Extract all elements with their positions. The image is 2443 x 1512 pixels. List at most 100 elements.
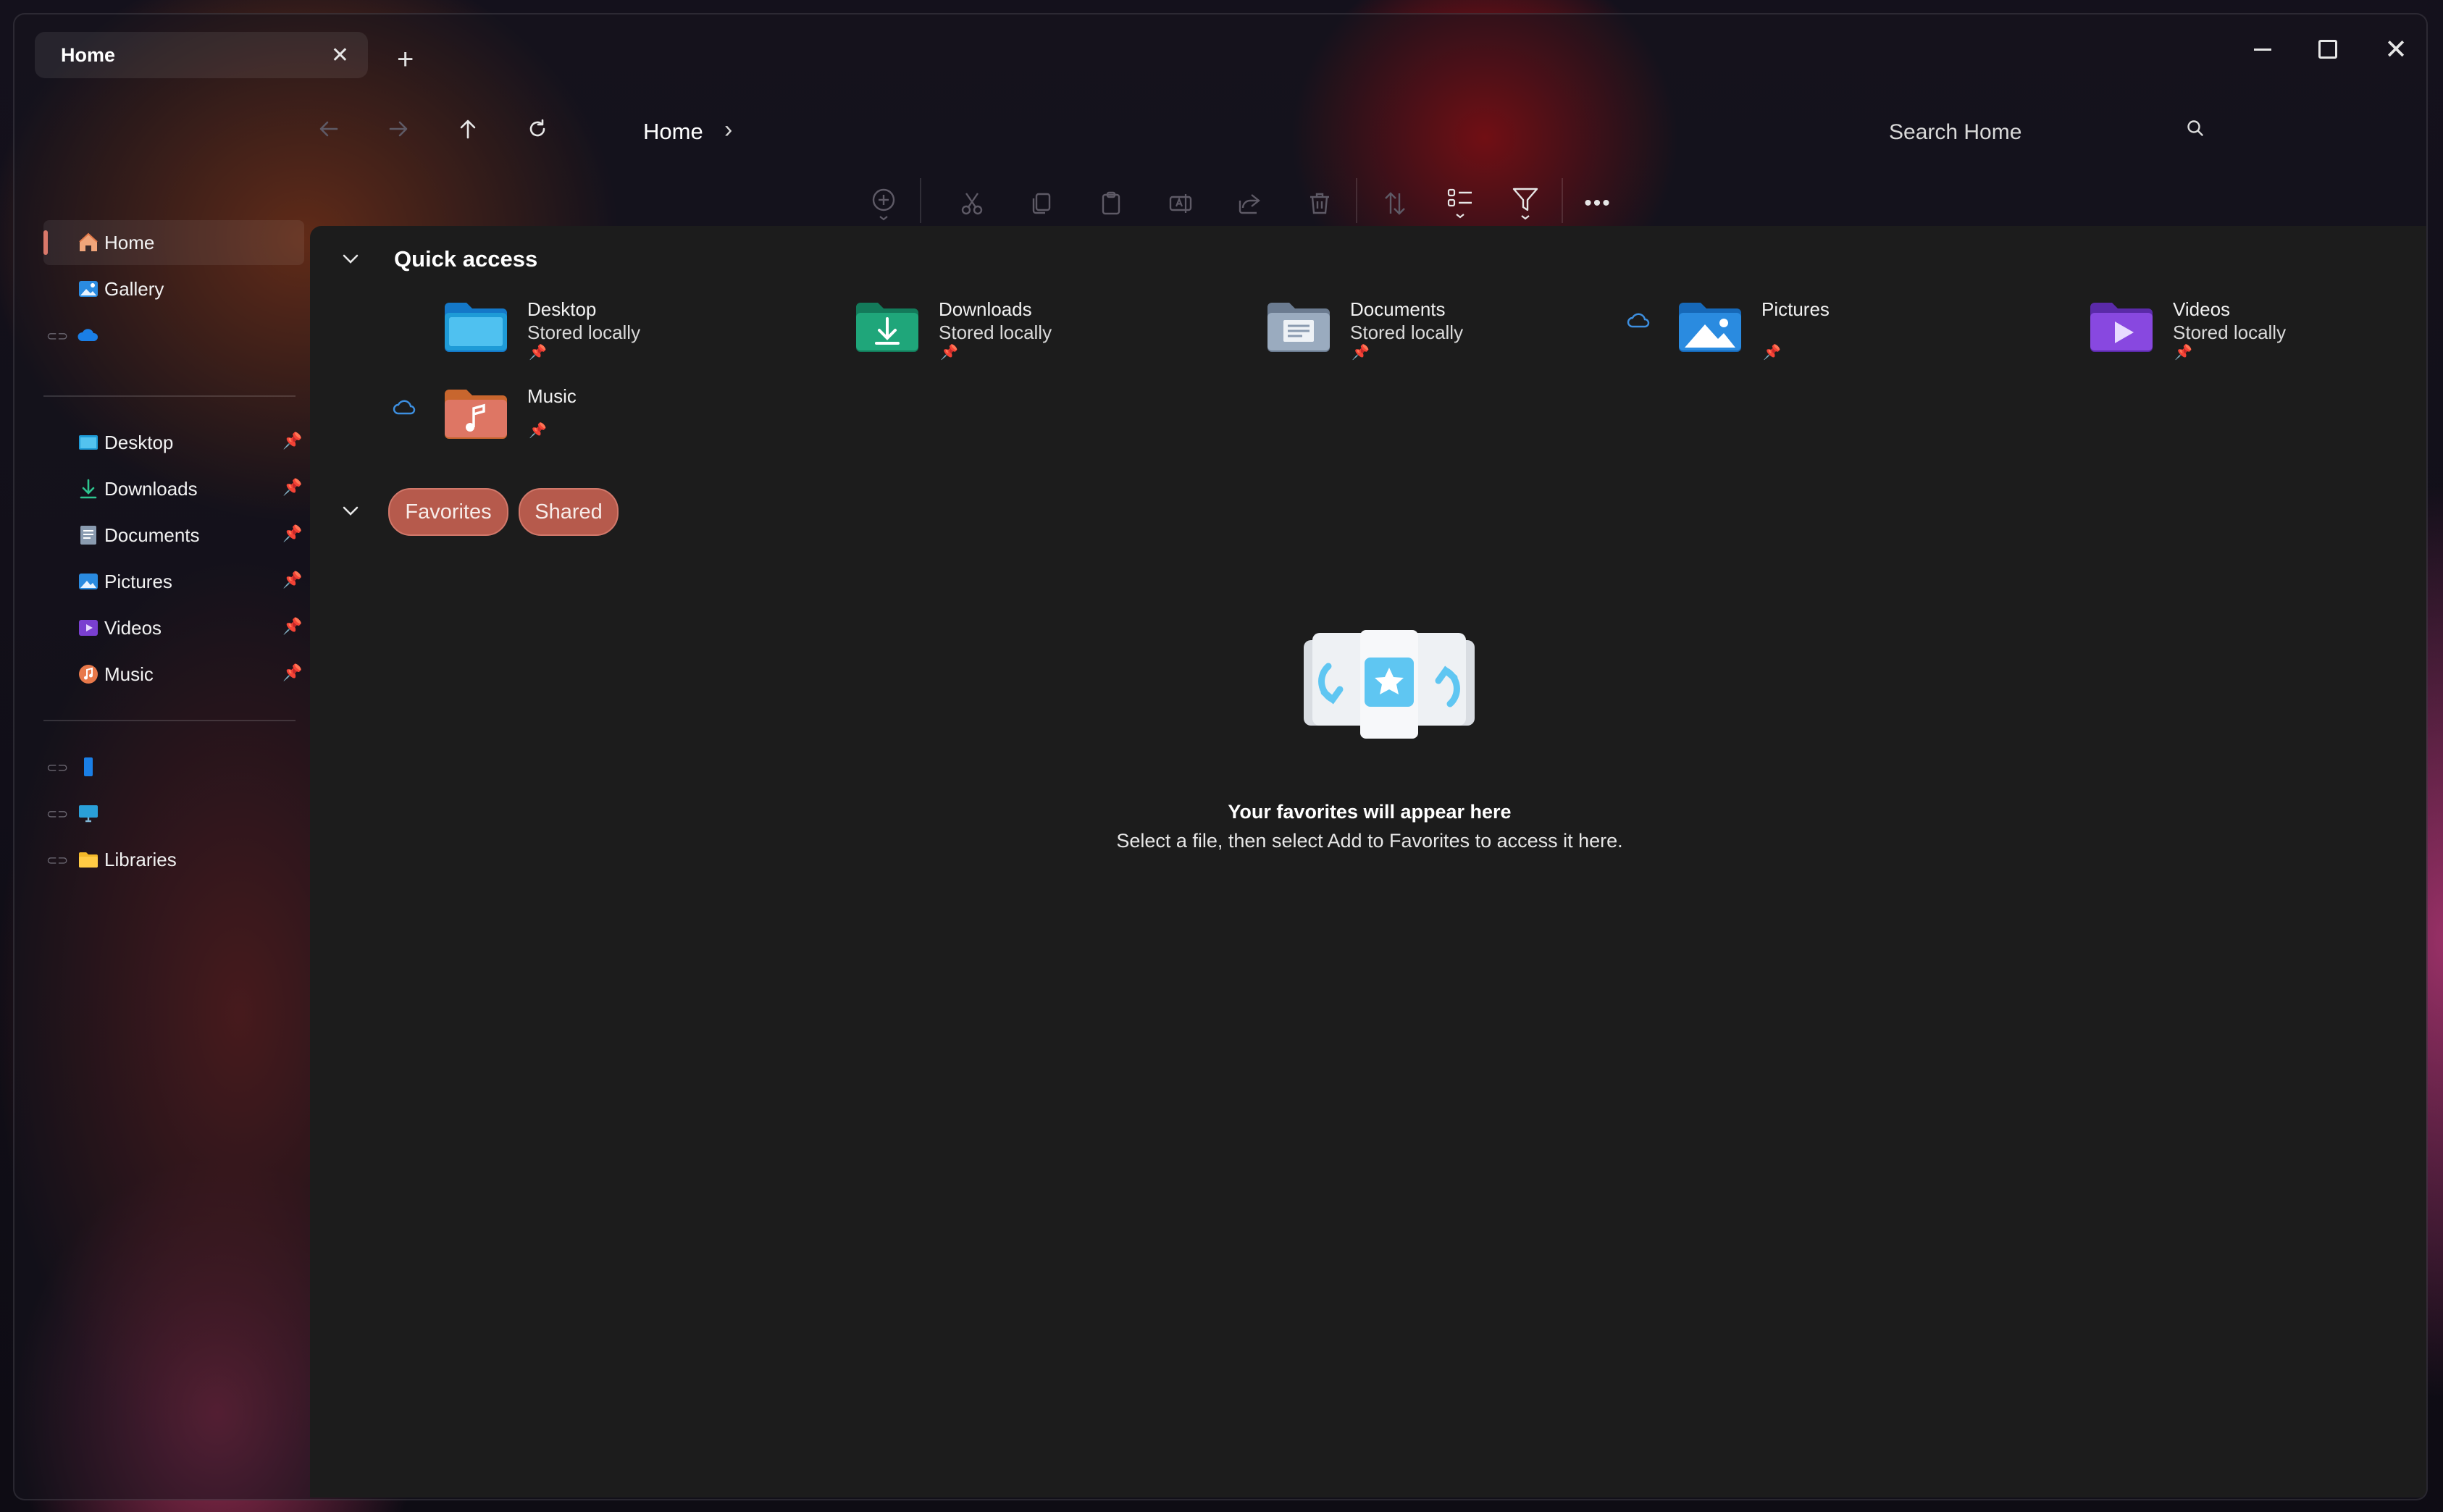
sidebar-item-this-pc[interactable]: ⊂⊃: [43, 791, 304, 836]
sidebar-item-desktop[interactable]: Desktop 📌: [43, 420, 304, 465]
downloads-icon: [80, 479, 97, 499]
arrow-right-icon: [389, 121, 408, 137]
delete-button[interactable]: [1294, 178, 1346, 229]
quick-access-status: Stored locally: [939, 322, 1052, 343]
videos-icon: [79, 620, 98, 636]
share-button[interactable]: [1224, 178, 1276, 229]
paste-button[interactable]: [1085, 178, 1137, 229]
pin-icon[interactable]: 📌: [282, 571, 302, 589]
tab-close-icon[interactable]: ✕: [331, 43, 349, 68]
libraries-folder-icon: [79, 852, 98, 868]
up-button[interactable]: [446, 107, 490, 151]
quick-access-name: Desktop: [527, 298, 597, 320]
phone-icon: [84, 757, 93, 776]
refresh-button[interactable]: [516, 107, 559, 151]
sidebar-item-label: Pictures: [104, 571, 172, 592]
quick-access-name: Pictures: [1761, 298, 1830, 320]
expand-icon[interactable]: ⊂⊃: [46, 853, 68, 868]
share-icon: [1239, 194, 1260, 214]
onedrive-icon: [77, 329, 99, 341]
tab-shared[interactable]: Shared: [519, 488, 619, 536]
sidebar-item-onedrive[interactable]: ⊂⊃: [43, 313, 304, 358]
sidebar-item-pictures[interactable]: Pictures 📌: [43, 559, 304, 604]
arrow-up-icon: [460, 119, 476, 139]
sidebar-item-label: Gallery: [104, 278, 164, 300]
cut-icon: [961, 193, 983, 215]
filter-button[interactable]: [1499, 178, 1551, 229]
maximize-button[interactable]: [2306, 28, 2350, 71]
search-input[interactable]: [1876, 106, 2224, 159]
pin-icon[interactable]: 📌: [282, 617, 302, 636]
breadcrumb-home[interactable]: Home: [643, 119, 703, 145]
expand-icon[interactable]: ⊂⊃: [46, 807, 68, 822]
sort-button[interactable]: [1369, 178, 1421, 229]
quick-access-status: Stored locally: [527, 322, 641, 343]
more-options-button[interactable]: •••: [1572, 178, 1624, 229]
home-icon: [79, 232, 98, 251]
refresh-icon: [529, 119, 545, 137]
pin-icon[interactable]: 📌: [282, 478, 302, 497]
sidebar-divider: [43, 395, 296, 397]
delete-icon: [1310, 193, 1329, 214]
pin-icon[interactable]: 📌: [2174, 343, 2192, 361]
view-icon: [1447, 188, 1472, 219]
rename-button[interactable]: [1155, 178, 1207, 229]
pin-icon[interactable]: 📌: [529, 343, 547, 361]
quick-access-item-desktop[interactable]: Desktop Stored locally 📌: [443, 295, 834, 382]
pin-icon[interactable]: 📌: [940, 343, 958, 361]
music-icon: [79, 665, 98, 684]
sidebar-item-label: Videos: [104, 617, 162, 639]
view-button[interactable]: [1434, 178, 1486, 229]
new-item-button[interactable]: [858, 178, 910, 229]
quick-access-name: Documents: [1350, 298, 1446, 320]
back-button[interactable]: [307, 107, 351, 151]
toolbar-divider: [1562, 178, 1563, 223]
pin-icon[interactable]: 📌: [282, 663, 302, 682]
downloads-folder-icon: [856, 303, 918, 352]
breadcrumb-chevron-icon[interactable]: ›: [724, 116, 732, 144]
pin-icon[interactable]: 📌: [282, 432, 302, 450]
desktop-folder-icon: [445, 303, 507, 352]
sidebar-item-downloads[interactable]: Downloads 📌: [43, 466, 304, 511]
pin-icon[interactable]: 📌: [1763, 343, 1781, 361]
sidebar-item-phone[interactable]: ⊂⊃: [43, 744, 304, 789]
quick-access-name: Downloads: [939, 298, 1032, 320]
collapse-favorites-chevron-down-icon[interactable]: [340, 501, 361, 521]
forward-button[interactable]: [377, 107, 420, 151]
expand-icon[interactable]: ⊂⊃: [46, 760, 68, 776]
pin-icon[interactable]: 📌: [529, 421, 547, 440]
quick-access-item-pictures[interactable]: Pictures 📌: [1627, 295, 2069, 382]
pin-icon[interactable]: 📌: [1352, 343, 1370, 361]
expand-icon[interactable]: ⊂⊃: [46, 329, 68, 344]
desktop-folder-icon: [79, 435, 98, 450]
sidebar-item-label: Desktop: [104, 432, 174, 453]
tab-favorites[interactable]: Favorites: [388, 488, 508, 536]
music-folder-icon: [445, 390, 507, 439]
new-tab-button[interactable]: +: [397, 45, 414, 74]
copy-icon: [1032, 193, 1051, 214]
sidebar-item-videos[interactable]: Videos 📌: [43, 605, 304, 650]
cut-button[interactable]: [946, 178, 998, 229]
quick-access-item-music[interactable]: Music 📌: [393, 382, 834, 469]
sidebar-item-music[interactable]: Music 📌: [43, 652, 304, 697]
gallery-icon: [79, 281, 98, 297]
close-window-button[interactable]: ✕: [2374, 28, 2418, 71]
filter-icon: [1512, 188, 1538, 220]
copy-button[interactable]: [1015, 178, 1068, 229]
file-explorer-window: Home ✕ + ✕ Home › Search Home ••• Home G…: [13, 13, 2428, 1500]
search-box[interactable]: [1876, 106, 2224, 159]
pictures-icon: [79, 574, 98, 589]
tab-home[interactable]: Home ✕: [35, 32, 368, 78]
quick-access-item-downloads[interactable]: Downloads Stored locally 📌: [855, 295, 1246, 382]
sidebar-item-libraries[interactable]: ⊂⊃ Libraries: [43, 837, 304, 882]
search-icon[interactable]: [2184, 117, 2206, 139]
pin-icon[interactable]: 📌: [282, 524, 302, 543]
sidebar-item-gallery[interactable]: Gallery: [43, 266, 304, 311]
sidebar-item-home[interactable]: Home: [43, 220, 304, 265]
quick-access-item-videos[interactable]: Videos Stored locally 📌: [2089, 295, 2426, 382]
collapse-quick-access-chevron-down-icon[interactable]: [340, 249, 361, 269]
quick-access-item-documents[interactable]: Documents Stored locally 📌: [1266, 295, 1657, 382]
videos-folder-icon: [2090, 303, 2153, 352]
sidebar-item-documents[interactable]: Documents 📌: [43, 513, 304, 558]
minimize-button[interactable]: [2241, 28, 2284, 71]
